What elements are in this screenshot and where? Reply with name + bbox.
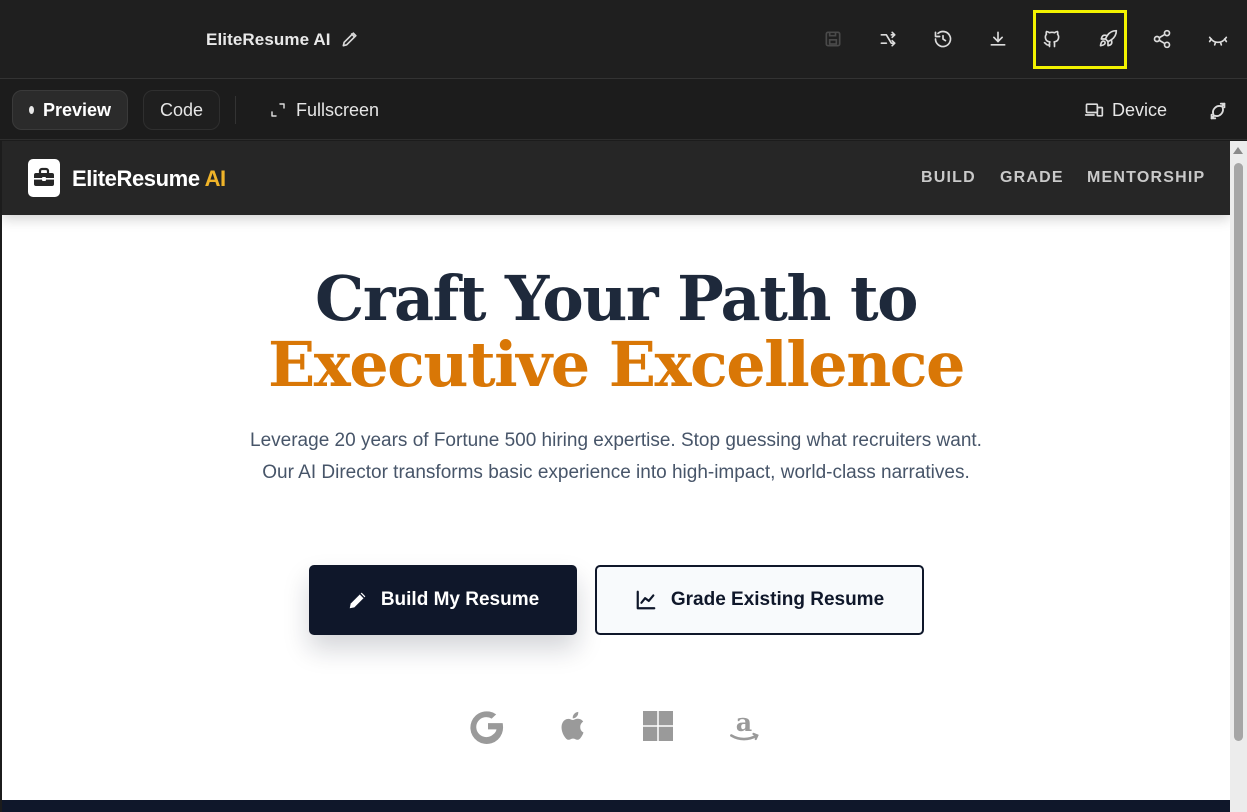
download-icon[interactable] <box>986 27 1010 51</box>
fullscreen-label: Fullscreen <box>296 99 380 120</box>
build-resume-label: Build My Resume <box>380 589 540 610</box>
device-button[interactable]: Device <box>1072 90 1179 130</box>
view-toolbar: Preview Code Fullscreen Device <box>0 80 1247 140</box>
grade-resume-label: Grade Existing Resume <box>670 589 885 610</box>
branch-icon[interactable] <box>876 27 900 51</box>
brand-accent: AI <box>204 166 227 191</box>
nav-build[interactable]: BUILD <box>921 169 976 187</box>
edit-title-icon[interactable] <box>340 29 360 49</box>
rotate-icon[interactable] <box>1207 100 1229 122</box>
hero-title-line2: Executive Excellence <box>268 328 966 401</box>
device-icon <box>1084 103 1104 117</box>
hero-title-line1: Craft Your Path to <box>314 262 919 335</box>
footer-strip <box>2 800 1230 812</box>
app-top-bar: EliteResume AI <box>0 0 1247 79</box>
build-resume-button[interactable]: Build My Resume <box>309 565 577 635</box>
save-icon[interactable] <box>821 27 845 51</box>
pencil-icon <box>349 592 366 609</box>
fullscreen-button[interactable]: Fullscreen <box>256 90 393 130</box>
scrollbar[interactable] <box>1230 141 1247 812</box>
app-title: EliteResume AI <box>206 30 331 49</box>
site-nav: EliteResume AI BUILD GRADE MENTORSHIP <box>2 141 1230 215</box>
scroll-up-icon[interactable] <box>1233 147 1243 154</box>
preview-tab[interactable]: Preview <box>12 90 128 130</box>
history-icon[interactable] <box>931 27 955 51</box>
toolbar-divider <box>235 96 236 124</box>
windows-logo <box>638 706 678 746</box>
grade-resume-button[interactable]: Grade Existing Resume <box>595 565 924 635</box>
hero-subtitle: Leverage 20 years of Fortune 500 hiring … <box>250 430 982 483</box>
site-brand[interactable]: EliteResume AI <box>72 166 226 192</box>
code-label: Code <box>159 99 204 120</box>
chart-line-icon <box>636 590 656 610</box>
device-label: Device <box>1112 99 1168 120</box>
preview-frame: EliteResume AI BUILD GRADE MENTORSHIP Cr… <box>2 141 1230 812</box>
nav-mentorship[interactable]: MENTORSHIP <box>1087 169 1205 187</box>
preview-label: Preview <box>42 99 111 120</box>
google-logo <box>468 706 508 746</box>
code-tab[interactable]: Code <box>143 90 220 130</box>
share-icon[interactable] <box>1150 27 1174 51</box>
amazon-logo: a <box>724 706 764 746</box>
apple-logo <box>554 706 594 746</box>
eye-off-icon[interactable] <box>1206 27 1230 51</box>
highlight-box <box>1033 10 1127 69</box>
expand-icon <box>271 103 285 117</box>
scroll-thumb[interactable] <box>1234 163 1243 741</box>
brand-main: EliteResume <box>72 166 200 191</box>
active-dot-icon <box>29 106 34 114</box>
svg-text:a: a <box>736 707 752 737</box>
nav-grade[interactable]: GRADE <box>1000 169 1064 187</box>
briefcase-icon[interactable] <box>28 159 60 197</box>
